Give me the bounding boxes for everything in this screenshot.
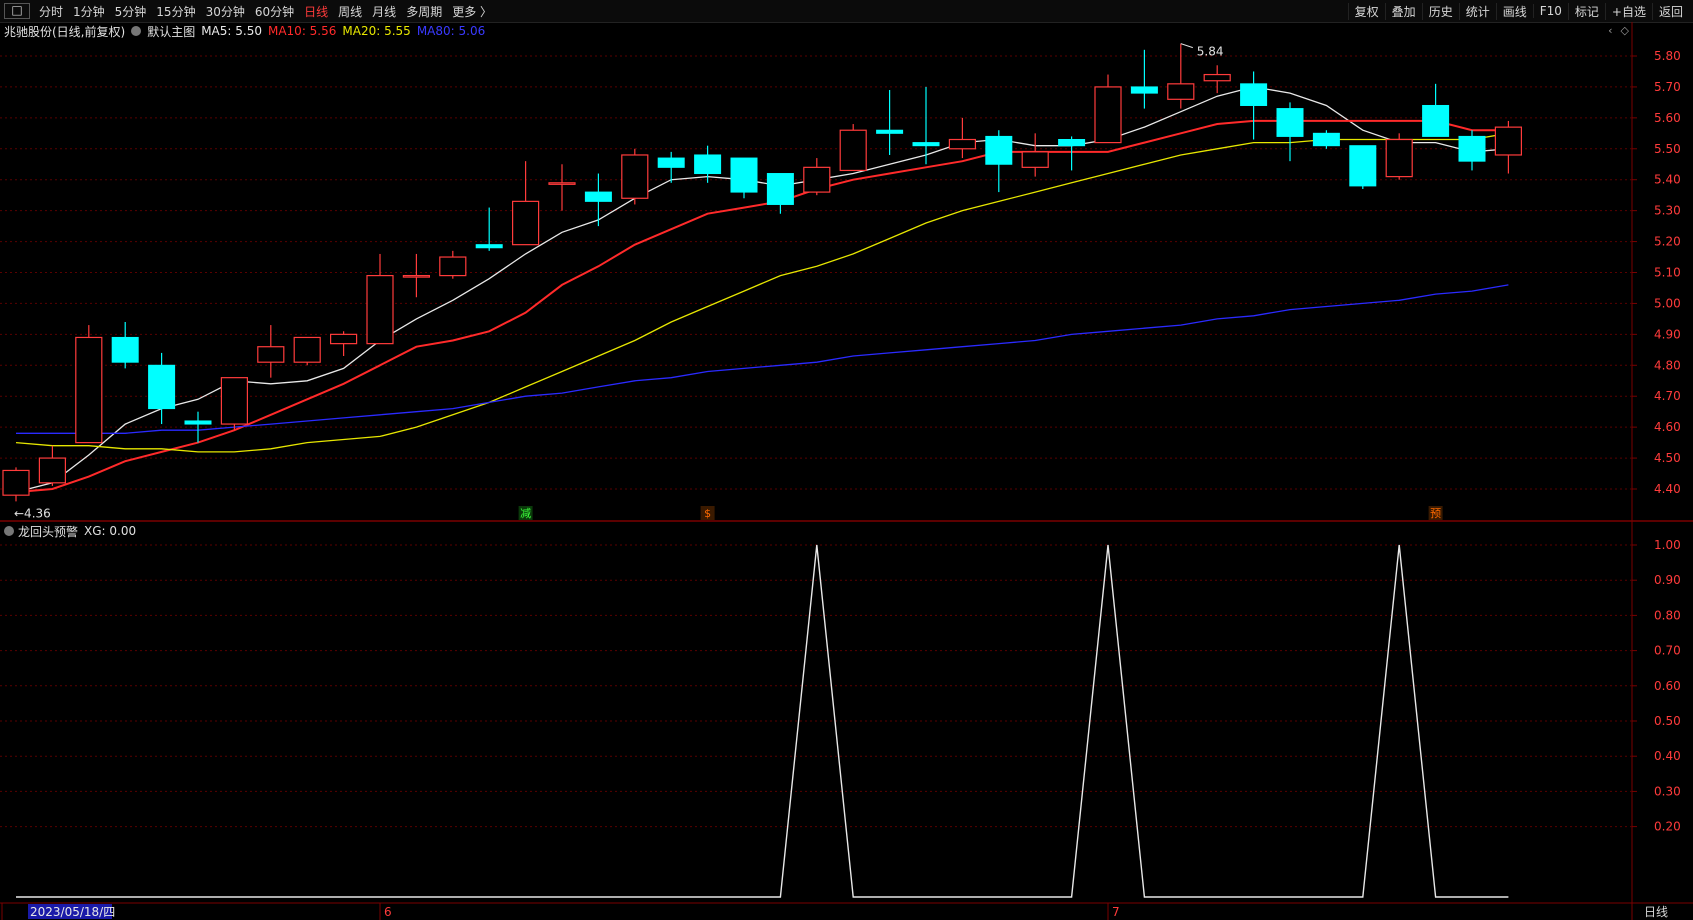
candle-body-up	[1094, 86, 1122, 144]
candle-body-up	[2, 469, 30, 496]
series-line-ma10	[15, 119, 1509, 494]
candle-body-up	[839, 129, 867, 172]
candle-body-up	[511, 200, 540, 246]
ind-tick-label: 1.00	[1654, 538, 1681, 552]
marker-label: $	[704, 507, 711, 520]
candle-body-up	[1021, 151, 1049, 168]
series-line-xg	[16, 544, 1509, 898]
main-tick-label: 4.50	[1654, 451, 1681, 465]
ind-tick-label: 0.40	[1654, 749, 1681, 763]
chart-canvas[interactable]: 4.40 4.50 4.60 4.70 4.80 4.90 5.00 5.10 5.20 5.30…	[0, 0, 1693, 920]
main-tick-label: 4.80	[1654, 358, 1681, 372]
main-tick-label: 4.40	[1654, 482, 1681, 496]
main-tick-label: 5.40	[1654, 173, 1681, 187]
candle-body-down	[1458, 135, 1486, 162]
candle-body-down	[730, 157, 758, 193]
candle-body-up	[366, 274, 394, 345]
main-tick-label: 4.60	[1654, 420, 1681, 434]
candle-body-up	[1203, 73, 1231, 82]
series-line-ma5	[15, 86, 1509, 493]
candle-body-up	[621, 154, 649, 199]
xaxis-label: 6	[384, 905, 392, 919]
ind-tick-label: 0.80	[1654, 608, 1681, 622]
candle-body-up	[257, 346, 285, 363]
candle-body-up	[220, 377, 248, 425]
candle-body-down	[475, 244, 503, 249]
candle-body-up	[803, 166, 831, 193]
candle-body-down	[1276, 108, 1304, 137]
marker-label: 预	[1430, 507, 1441, 520]
candle-body-down	[1240, 83, 1268, 106]
candle-body-down	[657, 157, 685, 168]
xaxis-label: 7	[1112, 905, 1120, 919]
candle-body-up	[402, 274, 430, 278]
high-pointer	[1180, 43, 1193, 49]
candle-body-up	[38, 457, 67, 484]
candle-body-down	[1130, 86, 1158, 94]
high-label: 5.84	[1197, 45, 1224, 59]
main-tick-label: 5.80	[1654, 49, 1681, 63]
candle-body-up	[293, 336, 321, 363]
candle-body-up	[1385, 138, 1413, 178]
ind-tick-label: 0.50	[1654, 714, 1681, 728]
candle-body-down	[1312, 132, 1340, 147]
candle-body-up	[1494, 126, 1523, 156]
candle-body-up	[548, 182, 576, 185]
candle-body-up	[330, 333, 358, 345]
candle-body-down	[1058, 139, 1086, 147]
candle-body-up	[439, 256, 467, 277]
main-tick-label: 5.70	[1654, 80, 1681, 94]
ind-tick-label: 0.30	[1654, 784, 1681, 798]
candle-body-down	[766, 173, 794, 205]
candle-body-up	[75, 336, 103, 444]
candle-body-down	[148, 364, 176, 410]
candle-body-down	[694, 154, 722, 175]
candle-body-down	[912, 142, 940, 147]
main-tick-label: 5.10	[1654, 266, 1681, 280]
main-tick-label: 5.30	[1654, 204, 1681, 218]
main-tick-label: 5.20	[1654, 235, 1681, 249]
low-label: ←4.36	[14, 506, 51, 520]
timeframe-label: 日线	[1644, 905, 1668, 919]
main-tick-label: 5.00	[1654, 296, 1681, 310]
candle-body-down	[876, 129, 904, 134]
main-tick-label: 4.90	[1654, 327, 1681, 341]
candle-body-down	[184, 420, 212, 425]
xaxis-label: 2023/05/18/四	[30, 905, 115, 919]
main-tick-label: 5.50	[1654, 142, 1681, 156]
candle-body-down	[584, 191, 612, 202]
ind-tick-label: 0.20	[1654, 820, 1681, 834]
ind-tick-label: 0.90	[1654, 573, 1681, 587]
candle-body-down	[985, 135, 1013, 165]
marker-label: 减	[520, 507, 531, 520]
main-tick-label: 5.60	[1654, 111, 1681, 125]
candle-body-up	[948, 138, 977, 150]
ind-tick-label: 0.70	[1654, 644, 1681, 658]
candle-body-down	[111, 336, 139, 363]
candle-body-up	[1167, 83, 1195, 100]
candle-body-down	[1349, 145, 1377, 187]
main-tick-label: 4.70	[1654, 389, 1681, 403]
ind-tick-label: 0.60	[1654, 679, 1681, 693]
candle-body-down	[1422, 104, 1450, 137]
